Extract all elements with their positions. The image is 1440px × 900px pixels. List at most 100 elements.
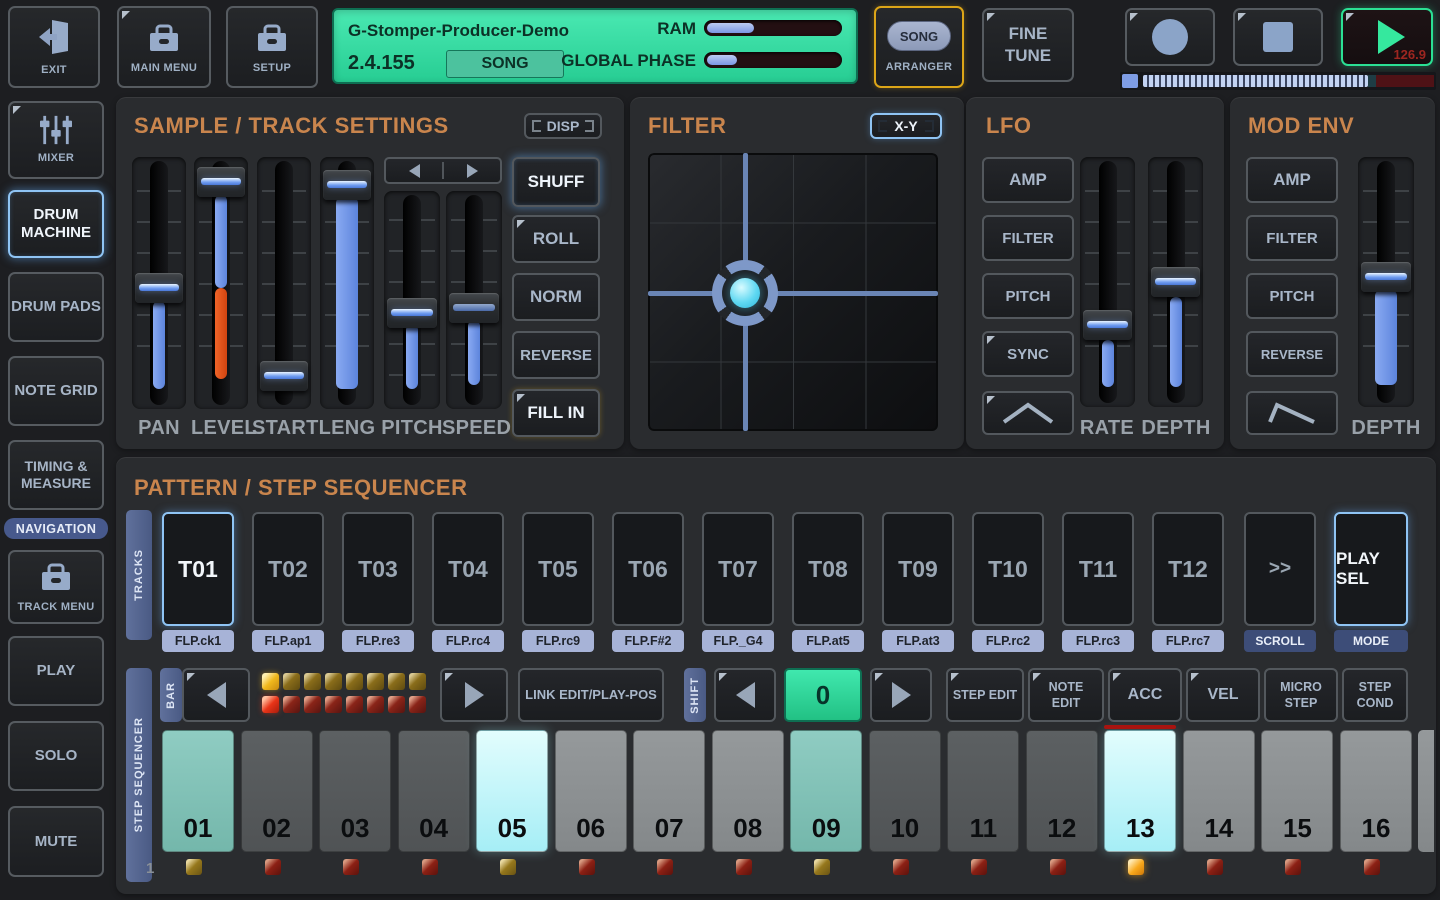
song-mode-indicator[interactable]: SONG	[446, 50, 564, 78]
shuffle-button[interactable]: SHUFF	[512, 157, 600, 207]
bar-prev-button[interactable]	[182, 668, 250, 722]
roll-button[interactable]: ROLL	[512, 215, 600, 263]
track-button-t11[interactable]: T11	[1062, 512, 1134, 626]
sidebar-item-play[interactable]: PLAY	[8, 636, 104, 706]
slider-handle[interactable]	[323, 170, 371, 200]
env-pitch-button[interactable]: PITCH	[1246, 273, 1338, 319]
shift-right-button[interactable]	[870, 668, 932, 722]
bar-next-button[interactable]	[440, 668, 508, 722]
slider-handle[interactable]	[260, 361, 308, 391]
step-edit-button[interactable]: STEP EDIT	[946, 668, 1024, 722]
length-slider[interactable]	[320, 157, 374, 409]
speed-slider[interactable]	[446, 191, 502, 409]
note-edit-button[interactable]: NOTE EDIT	[1028, 668, 1104, 722]
slider-handle[interactable]	[1361, 262, 1411, 292]
slider-handle[interactable]	[387, 298, 437, 328]
step-button-13[interactable]: 13	[1104, 730, 1176, 852]
step-button-12[interactable]: 12	[1026, 730, 1098, 852]
env-reverse-button[interactable]: REVERSE	[1246, 331, 1338, 377]
fine-tune-button[interactable]: FINE TUNE	[982, 8, 1074, 82]
track-button-t06[interactable]: T06	[612, 512, 684, 626]
slider-handle[interactable]	[1083, 310, 1132, 340]
play-button[interactable]: 126.9	[1341, 8, 1433, 66]
position-knob[interactable]	[1122, 74, 1138, 88]
step-button-05[interactable]: 05	[476, 730, 548, 852]
track-button-t05[interactable]: T05	[522, 512, 594, 626]
step-button-02[interactable]: 02	[241, 730, 313, 852]
step-button-14[interactable]: 14	[1183, 730, 1255, 852]
normalize-button[interactable]: NORM	[512, 273, 600, 321]
filter-xy-pad[interactable]	[648, 153, 938, 431]
prev-sample-arrow[interactable]	[386, 159, 442, 182]
track-button-t10[interactable]: T10	[972, 512, 1044, 626]
step-button-08[interactable]: 08	[712, 730, 784, 852]
start-slider[interactable]	[257, 157, 311, 409]
sidebar-item-mixer[interactable]: MIXER	[8, 101, 104, 179]
shift-value-display[interactable]: 0	[784, 668, 862, 722]
step-button-01[interactable]: 01	[162, 730, 234, 852]
sidebar-item-drum-pads[interactable]: DRUM PADS	[8, 272, 104, 342]
track-button-t04[interactable]: T04	[432, 512, 504, 626]
step-button-06[interactable]: 06	[555, 730, 627, 852]
pan-slider[interactable]	[132, 157, 186, 409]
track-button-t08[interactable]: T08	[792, 512, 864, 626]
lfo-amp-button[interactable]: AMP	[982, 157, 1074, 203]
slider-handle[interactable]	[197, 167, 245, 197]
play-sel-mode-button[interactable]: PLAY SEL	[1334, 512, 1408, 626]
track-button-t01[interactable]: T01	[162, 512, 234, 626]
step-button-09[interactable]: 09	[790, 730, 862, 852]
reverse-button[interactable]: REVERSE	[512, 331, 600, 379]
sidebar-item-track-menu[interactable]: TRACK MENU	[8, 550, 104, 624]
env-filter-button[interactable]: FILTER	[1246, 215, 1338, 261]
step-button-10[interactable]: 10	[869, 730, 941, 852]
level-slider[interactable]	[194, 157, 248, 409]
velocity-button[interactable]: VEL	[1186, 668, 1260, 722]
track-button-t03[interactable]: T03	[342, 512, 414, 626]
record-button[interactable]	[1125, 8, 1215, 66]
track-button-t07[interactable]: T07	[702, 512, 774, 626]
step-cond-button[interactable]: STEP COND	[1342, 668, 1408, 722]
song-arranger-button[interactable]: SONG ARRANGER	[874, 6, 964, 88]
lfo-depth-slider[interactable]	[1148, 157, 1203, 407]
sidebar-item-solo[interactable]: SOLO	[8, 721, 104, 791]
song-position-bar[interactable]	[1120, 72, 1436, 90]
step-button-15[interactable]: 15	[1261, 730, 1333, 852]
lfo-sync-button[interactable]: SYNC	[982, 331, 1074, 377]
slider-handle[interactable]	[1151, 267, 1200, 297]
step-button-03[interactable]: 03	[319, 730, 391, 852]
lfo-waveform-button[interactable]	[982, 391, 1074, 435]
track-button-t12[interactable]: T12	[1152, 512, 1224, 626]
xy-mode-button[interactable]: X-Y	[870, 113, 942, 139]
shift-left-button[interactable]	[714, 668, 776, 722]
tracks-scroll-button[interactable]: >>	[1244, 512, 1316, 626]
slider-handle[interactable]	[135, 273, 183, 303]
main-menu-button[interactable]: MAIN MENU	[117, 6, 211, 88]
setup-button[interactable]: SETUP	[226, 6, 318, 88]
pitch-slider[interactable]	[384, 191, 440, 409]
sidebar-item-timing-measure[interactable]: TIMING & MEASURE	[8, 440, 104, 510]
accent-button[interactable]: ACC	[1108, 668, 1182, 722]
env-depth-slider[interactable]	[1358, 157, 1414, 407]
sidebar-item-mute[interactable]: MUTE	[8, 806, 104, 877]
lfo-filter-button[interactable]: FILTER	[982, 215, 1074, 261]
step-button-07[interactable]: 07	[633, 730, 705, 852]
next-sample-arrow[interactable]	[444, 159, 500, 182]
exit-button[interactable]: EXIT	[8, 6, 100, 88]
lfo-pitch-button[interactable]: PITCH	[982, 273, 1074, 319]
track-button-t09[interactable]: T09	[882, 512, 954, 626]
stop-button[interactable]	[1233, 8, 1323, 66]
sidebar-item-drum-machine[interactable]: DRUM MACHINE	[8, 190, 104, 258]
micro-step-button[interactable]: MICRO STEP	[1264, 668, 1338, 722]
sidebar-item-note-grid[interactable]: NOTE GRID	[8, 356, 104, 426]
xy-puck[interactable]	[712, 260, 778, 326]
env-shape-button[interactable]	[1246, 391, 1338, 435]
link-edit-playpos-button[interactable]: LINK EDIT/PLAY-POS	[518, 668, 664, 722]
env-amp-button[interactable]: AMP	[1246, 157, 1338, 203]
disp-button[interactable]: DISP	[524, 113, 602, 139]
track-button-t02[interactable]: T02	[252, 512, 324, 626]
step-button-11[interactable]: 11	[947, 730, 1019, 852]
slider-handle[interactable]	[449, 293, 499, 323]
step-button-04[interactable]: 04	[398, 730, 470, 852]
step-button-16[interactable]: 16	[1340, 730, 1412, 852]
lfo-rate-slider[interactable]	[1080, 157, 1135, 407]
